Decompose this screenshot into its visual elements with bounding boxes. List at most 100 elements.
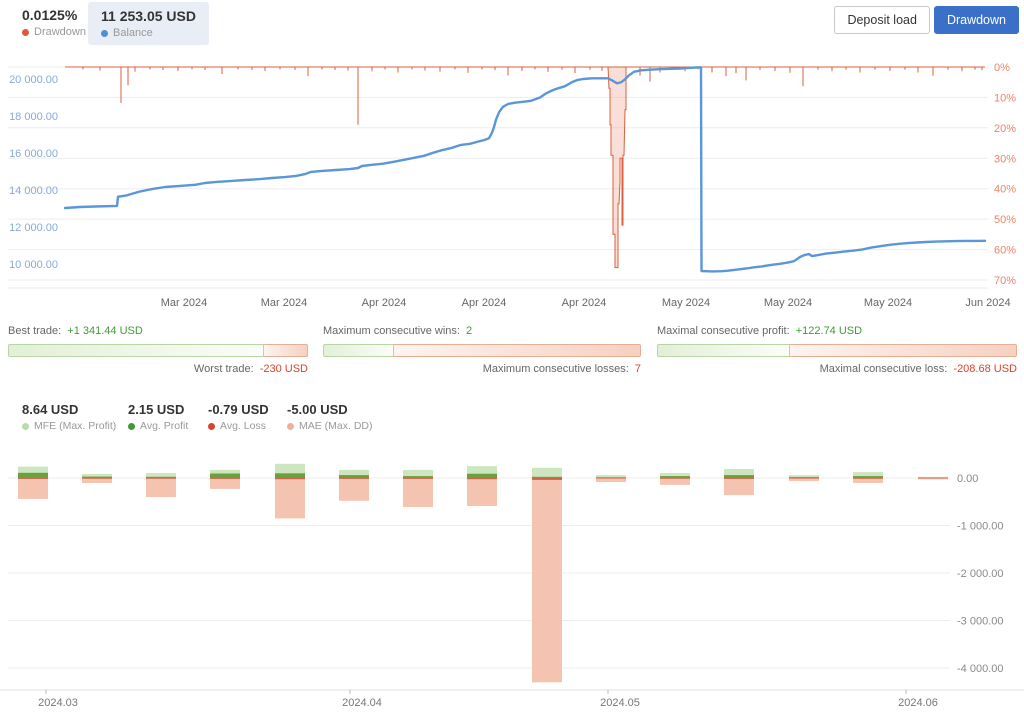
legend-dot-icon <box>22 422 29 430</box>
x-axis-label: May 2024 <box>764 297 812 309</box>
avg-profit-bar <box>467 473 497 478</box>
mae-bar <box>724 478 754 496</box>
mae-bar <box>18 478 48 499</box>
stat-legend: Avg. Loss <box>208 420 269 432</box>
y-axis-right-label: 40% <box>994 184 1016 196</box>
mfe-mae-stat-0: 8.64 USD MFE (Max. Profit) <box>22 402 116 432</box>
mfe-mae-chart[interactable]: 0.00 -1 000.00 -2 000.00 -3 000.00 -4 000.00… <box>0 440 1024 713</box>
stat-label: Avg. Profit <box>140 420 189 432</box>
y-axis-label: -1 000.00 <box>957 521 1003 533</box>
y-axis-left-label: 10 000.00 <box>9 259 58 271</box>
avg-loss-bar <box>660 478 690 479</box>
consecutive-loss-line: Maximal consecutive loss: -208.68 USD <box>657 363 1017 375</box>
legend-dot-icon <box>208 422 215 430</box>
avg-loss-bar <box>724 478 754 479</box>
consecutive-loss-value: -208.68 USD <box>953 363 1017 375</box>
avg-loss-bar <box>532 478 562 480</box>
y-axis-left-label: 18 000.00 <box>9 111 58 123</box>
y-axis-label: -3 000.00 <box>957 616 1003 628</box>
best-trade-bar-segment <box>8 344 265 357</box>
mae-bar <box>210 478 240 489</box>
worst-trade-bar-segment <box>264 344 308 357</box>
avg-profit-bar <box>853 476 883 478</box>
worst-trade-label: Worst trade: <box>193 363 254 375</box>
y-axis-left-label: 12 000.00 <box>9 222 58 234</box>
best-worst-trade-group: Best trade: +1 341.44 USD Worst trade: -… <box>8 325 308 377</box>
avg-profit-bar <box>724 475 754 478</box>
mae-bar <box>339 478 369 501</box>
mae-bar <box>82 478 112 483</box>
consecutive-losses-label: Maximum consecutive losses: <box>482 363 629 375</box>
drawdown-line <box>65 66 985 125</box>
stat-value: 8.64 USD <box>22 402 79 417</box>
avg-profit-bar <box>275 473 305 479</box>
consecutive-profit-line: Maximal consecutive profit: +122.74 USD <box>657 325 1017 339</box>
consecutive-losses-line: Maximum consecutive losses: 7 <box>323 363 641 375</box>
mae-bar <box>275 478 305 519</box>
balance-line <box>63 66 987 273</box>
stat-label: MAE (Max. DD) <box>299 420 373 432</box>
x-axis-label: 2024.03 <box>38 697 78 709</box>
x-axis-label: May 2024 <box>864 297 912 309</box>
avg-loss-bar <box>467 478 497 480</box>
avg-profit-bar <box>660 476 690 478</box>
consecutive-profit-label: Maximal consecutive profit: <box>657 325 790 337</box>
mfe-mae-stat-2: -0.79 USD Avg. Loss <box>208 402 269 432</box>
y-axis-right-label: 70% <box>994 275 1016 287</box>
avg-loss-bar <box>789 478 819 479</box>
avg-profit-bar <box>918 477 948 478</box>
consecutive-wins-bar <box>323 344 641 357</box>
drawdown-big-spike <box>607 66 627 269</box>
mae-bar <box>146 478 176 497</box>
avg-loss-bar <box>82 478 112 479</box>
avg-profit-bar <box>532 476 562 478</box>
y-axis-left-label: 16 000.00 <box>9 148 58 160</box>
stat-legend: MAE (Max. DD) <box>287 420 373 432</box>
consecutive-wins-value: 2 <box>466 325 473 337</box>
x-axis-label: Apr 2024 <box>462 297 507 309</box>
best-worst-trade-bar <box>8 344 308 357</box>
consecutive-wins-group: Maximum consecutive wins: 2 Maximum cons… <box>323 325 641 377</box>
consecutive-losses-bar-segment <box>393 344 641 357</box>
consecutive-profit-bar <box>657 344 1017 357</box>
consecutive-profit-group: Maximal consecutive profit: +122.74 USD … <box>657 325 1017 377</box>
stat-legend: MFE (Max. Profit) <box>22 420 116 432</box>
avg-loss-bar <box>596 478 626 479</box>
avg-profit-bar <box>18 472 48 478</box>
y-axis-right-label: 30% <box>994 153 1016 165</box>
avg-profit-bar <box>82 476 112 478</box>
avg-loss-bar <box>403 478 433 479</box>
avg-profit-bar <box>789 477 819 478</box>
avg-loss-bar <box>210 478 240 479</box>
stat-label: Avg. Loss <box>220 420 266 432</box>
mae-bar <box>660 478 690 485</box>
stat-value: 2.15 USD <box>128 402 185 417</box>
best-trade-label: Best trade: <box>8 325 62 337</box>
stat-legend: Avg. Profit <box>128 420 188 432</box>
x-axis-label: May 2024 <box>662 297 710 309</box>
balance-drawdown-chart[interactable]: 20 000.00 18 000.00 16 000.00 14 000.00 12 0… <box>0 0 1024 320</box>
best-trade-value: +1 341.44 USD <box>67 325 143 337</box>
y-axis-right-label: 10% <box>994 92 1016 104</box>
stat-value: -0.79 USD <box>208 402 269 417</box>
y-axis-label: -4 000.00 <box>957 663 1003 675</box>
avg-loss-bar <box>18 478 48 479</box>
stat-value: -5.00 USD <box>287 402 348 417</box>
consecutive-loss-bar-segment <box>790 344 1017 357</box>
avg-loss-bar <box>339 478 369 479</box>
avg-profit-bar <box>210 473 240 478</box>
consecutive-loss-label: Maximal consecutive loss: <box>819 363 948 375</box>
legend-dot-icon <box>287 422 294 430</box>
consecutive-profit-value: +122.74 USD <box>795 325 863 337</box>
avg-profit-bar <box>596 477 626 478</box>
x-axis-label: Jun 2024 <box>965 297 1010 309</box>
best-trade-line: Best trade: +1 341.44 USD <box>8 325 308 339</box>
avg-profit-bar <box>146 476 176 478</box>
y-axis-right-label: 50% <box>994 214 1016 226</box>
avg-loss-bar <box>275 478 305 480</box>
mae-bar <box>403 478 433 507</box>
x-axis-label: 2024.05 <box>600 697 640 709</box>
x-axis-label: Mar 2024 <box>161 297 207 309</box>
x-axis-label: 2024.06 <box>898 697 938 709</box>
stat-label: MFE (Max. Profit) <box>34 420 117 432</box>
